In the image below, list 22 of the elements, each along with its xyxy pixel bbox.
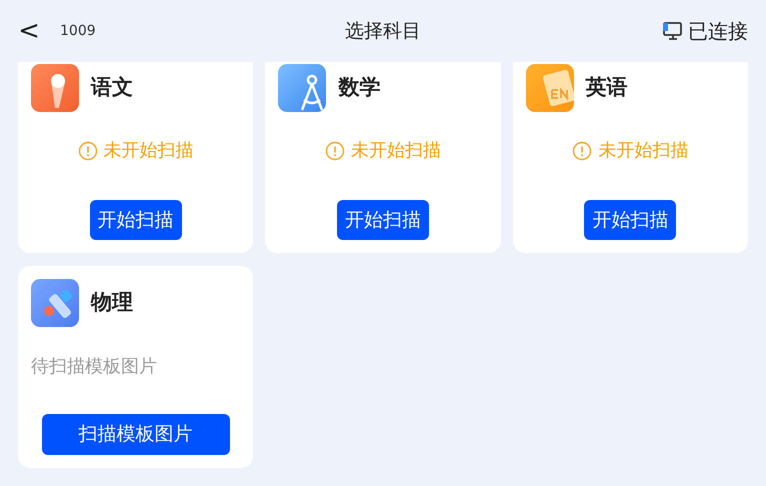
page-title: 选择科目	[345, 18, 421, 44]
scan-status: 未开始扫描	[350, 139, 441, 163]
subject-name: 语文	[91, 74, 133, 102]
start-scan-button[interactable]: 开始扫描	[90, 200, 182, 240]
subject-name: 英语	[586, 74, 628, 102]
scan-template-button[interactable]: 扫描模板图片	[42, 414, 230, 455]
warning-icon	[78, 140, 98, 160]
magnet-icon	[31, 279, 79, 327]
note-icon	[526, 64, 574, 112]
pending-status: 待扫描模板图片	[31, 355, 158, 379]
connection-status: 已连接	[688, 18, 748, 45]
monitor-icon	[662, 20, 684, 42]
start-scan-button[interactable]: 开始扫描	[336, 200, 429, 240]
subject-name: 物理	[91, 289, 133, 316]
scan-status: 未开始扫描	[598, 139, 688, 163]
subject-name: 数学	[338, 74, 380, 102]
back-button[interactable]: <	[18, 12, 40, 50]
scan-status: 未开始扫描	[104, 139, 194, 163]
warning-icon	[324, 140, 345, 160]
start-scan-button[interactable]: 开始扫描	[584, 200, 676, 240]
warning-icon	[572, 140, 592, 160]
device-code: 1009	[60, 22, 96, 40]
